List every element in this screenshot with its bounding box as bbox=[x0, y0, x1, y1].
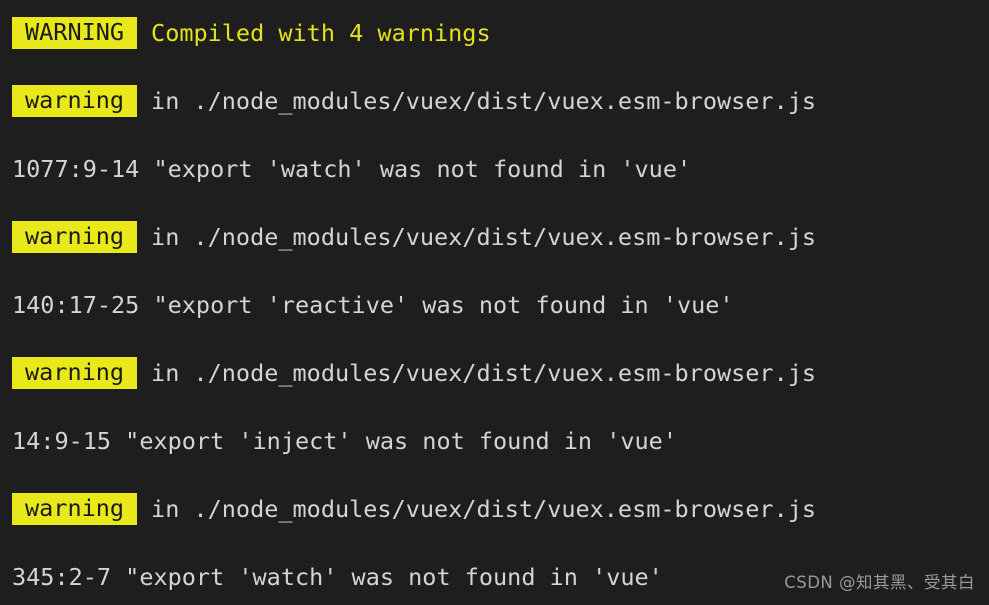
warning-detail-line: 345:2-7 "export 'watch' was not found in… bbox=[12, 561, 663, 593]
warning-detail-text: 345:2-7 "export 'watch' was not found in… bbox=[12, 563, 663, 591]
warning-location-line: warning in ./node_modules/vuex/dist/vuex… bbox=[12, 493, 816, 525]
warning-file-path: in ./node_modules/vuex/dist/vuex.esm-bro… bbox=[151, 87, 817, 115]
warning-badge: warning bbox=[12, 221, 138, 253]
warning-detail-line: 14:9-15 "export 'inject' was not found i… bbox=[12, 425, 677, 457]
warning-location-line: warning in ./node_modules/vuex/dist/vuex… bbox=[12, 85, 816, 117]
warning-file-path: in ./node_modules/vuex/dist/vuex.esm-bro… bbox=[151, 223, 817, 251]
warning-badge: warning bbox=[12, 85, 138, 117]
warning-detail-line: 1077:9-14 "export 'watch' was not found … bbox=[12, 153, 691, 185]
warning-detail-text: 1077:9-14 "export 'watch' was not found … bbox=[12, 155, 692, 183]
warning-file-path: in ./node_modules/vuex/dist/vuex.esm-bro… bbox=[151, 359, 817, 387]
warning-location-line: warning in ./node_modules/vuex/dist/vuex… bbox=[12, 221, 816, 253]
warning-badge: warning bbox=[12, 493, 138, 525]
warning-detail-text: 140:17-25 "export 'reactive' was not fou… bbox=[12, 291, 734, 319]
warning-detail-text: 14:9-15 "export 'inject' was not found i… bbox=[12, 427, 677, 455]
warning-badge: warning bbox=[12, 357, 138, 389]
warning-file-path: in ./node_modules/vuex/dist/vuex.esm-bro… bbox=[151, 495, 817, 523]
compile-summary-text: Compiled with 4 warnings bbox=[151, 19, 491, 47]
warning-detail-line: 140:17-25 "export 'reactive' was not fou… bbox=[12, 289, 734, 321]
warning-summary-badge: WARNING bbox=[12, 17, 138, 49]
warning-location-line: warning in ./node_modules/vuex/dist/vuex… bbox=[12, 357, 816, 389]
terminal-output-pane: WARNING Compiled with 4 warnings warning… bbox=[0, 0, 989, 605]
compile-summary-line: WARNING Compiled with 4 warnings bbox=[12, 17, 491, 49]
csdn-watermark: CSDN @知其黑、受其白 bbox=[784, 573, 975, 592]
